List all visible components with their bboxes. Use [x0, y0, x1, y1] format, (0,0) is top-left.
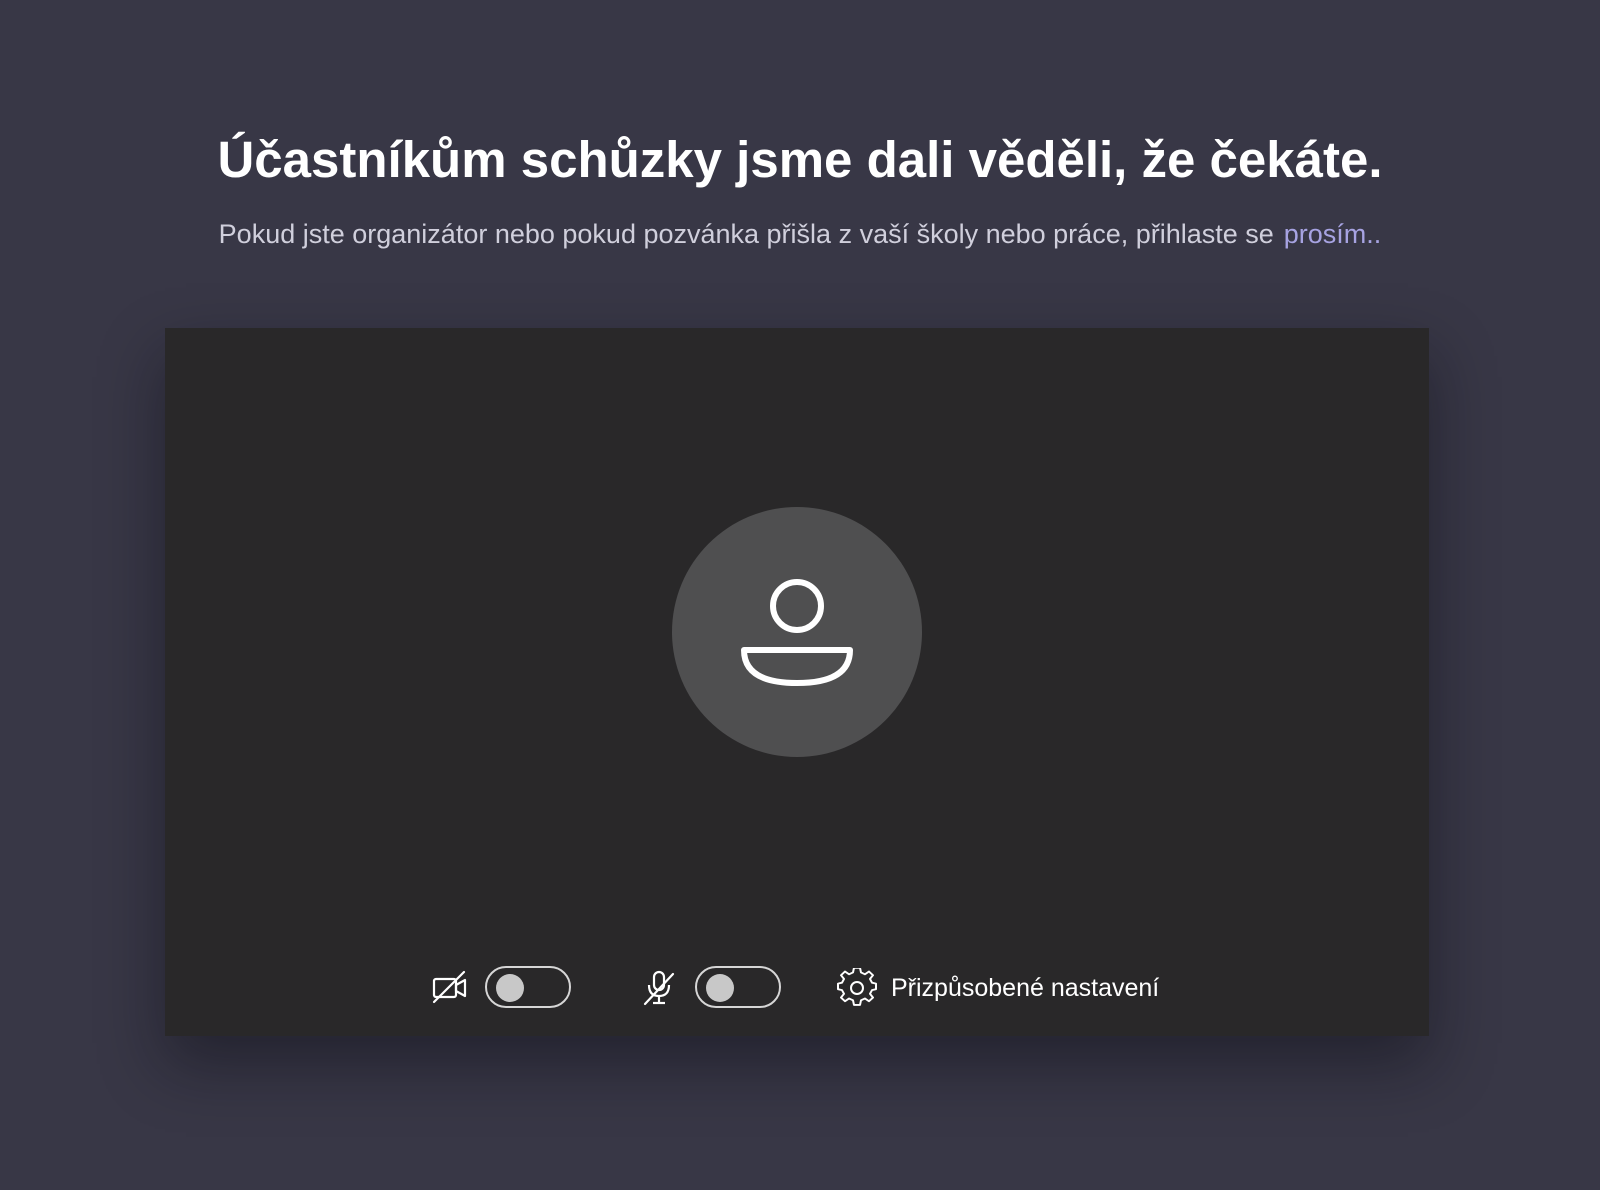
- camera-toggle[interactable]: [485, 966, 571, 1008]
- page-title: Účastníkům schůzky jsme dali věděli, že …: [217, 131, 1383, 188]
- gear-icon: [837, 968, 877, 1006]
- device-settings-label: Přizpůsobené nastavení: [891, 974, 1160, 1002]
- person-icon: [741, 579, 853, 686]
- sign-in-link[interactable]: prosím..: [1284, 219, 1382, 249]
- lobby-screen: Účastníkům schůzky jsme dali věděli, že …: [0, 0, 1600, 1190]
- sign-in-prompt: Pokud jste organizátor nebo pokud pozván…: [0, 214, 1600, 254]
- mic-off-icon[interactable]: [639, 968, 679, 1008]
- device-settings-button[interactable]: Přizpůsobené nastavení: [837, 964, 1159, 1012]
- device-controls: Přizpůsobené nastavení: [165, 958, 1429, 1018]
- avatar: [672, 507, 922, 757]
- microphone-toggle[interactable]: [695, 966, 781, 1008]
- video-preview: Přizpůsobené nastavení: [165, 328, 1429, 1036]
- microphone-toggle-knob: [706, 974, 734, 1002]
- sign-in-prompt-text: Pokud jste organizátor nebo pokud pozván…: [218, 219, 1274, 249]
- camera-off-icon[interactable]: [430, 968, 470, 1008]
- camera-toggle-knob: [496, 974, 524, 1002]
